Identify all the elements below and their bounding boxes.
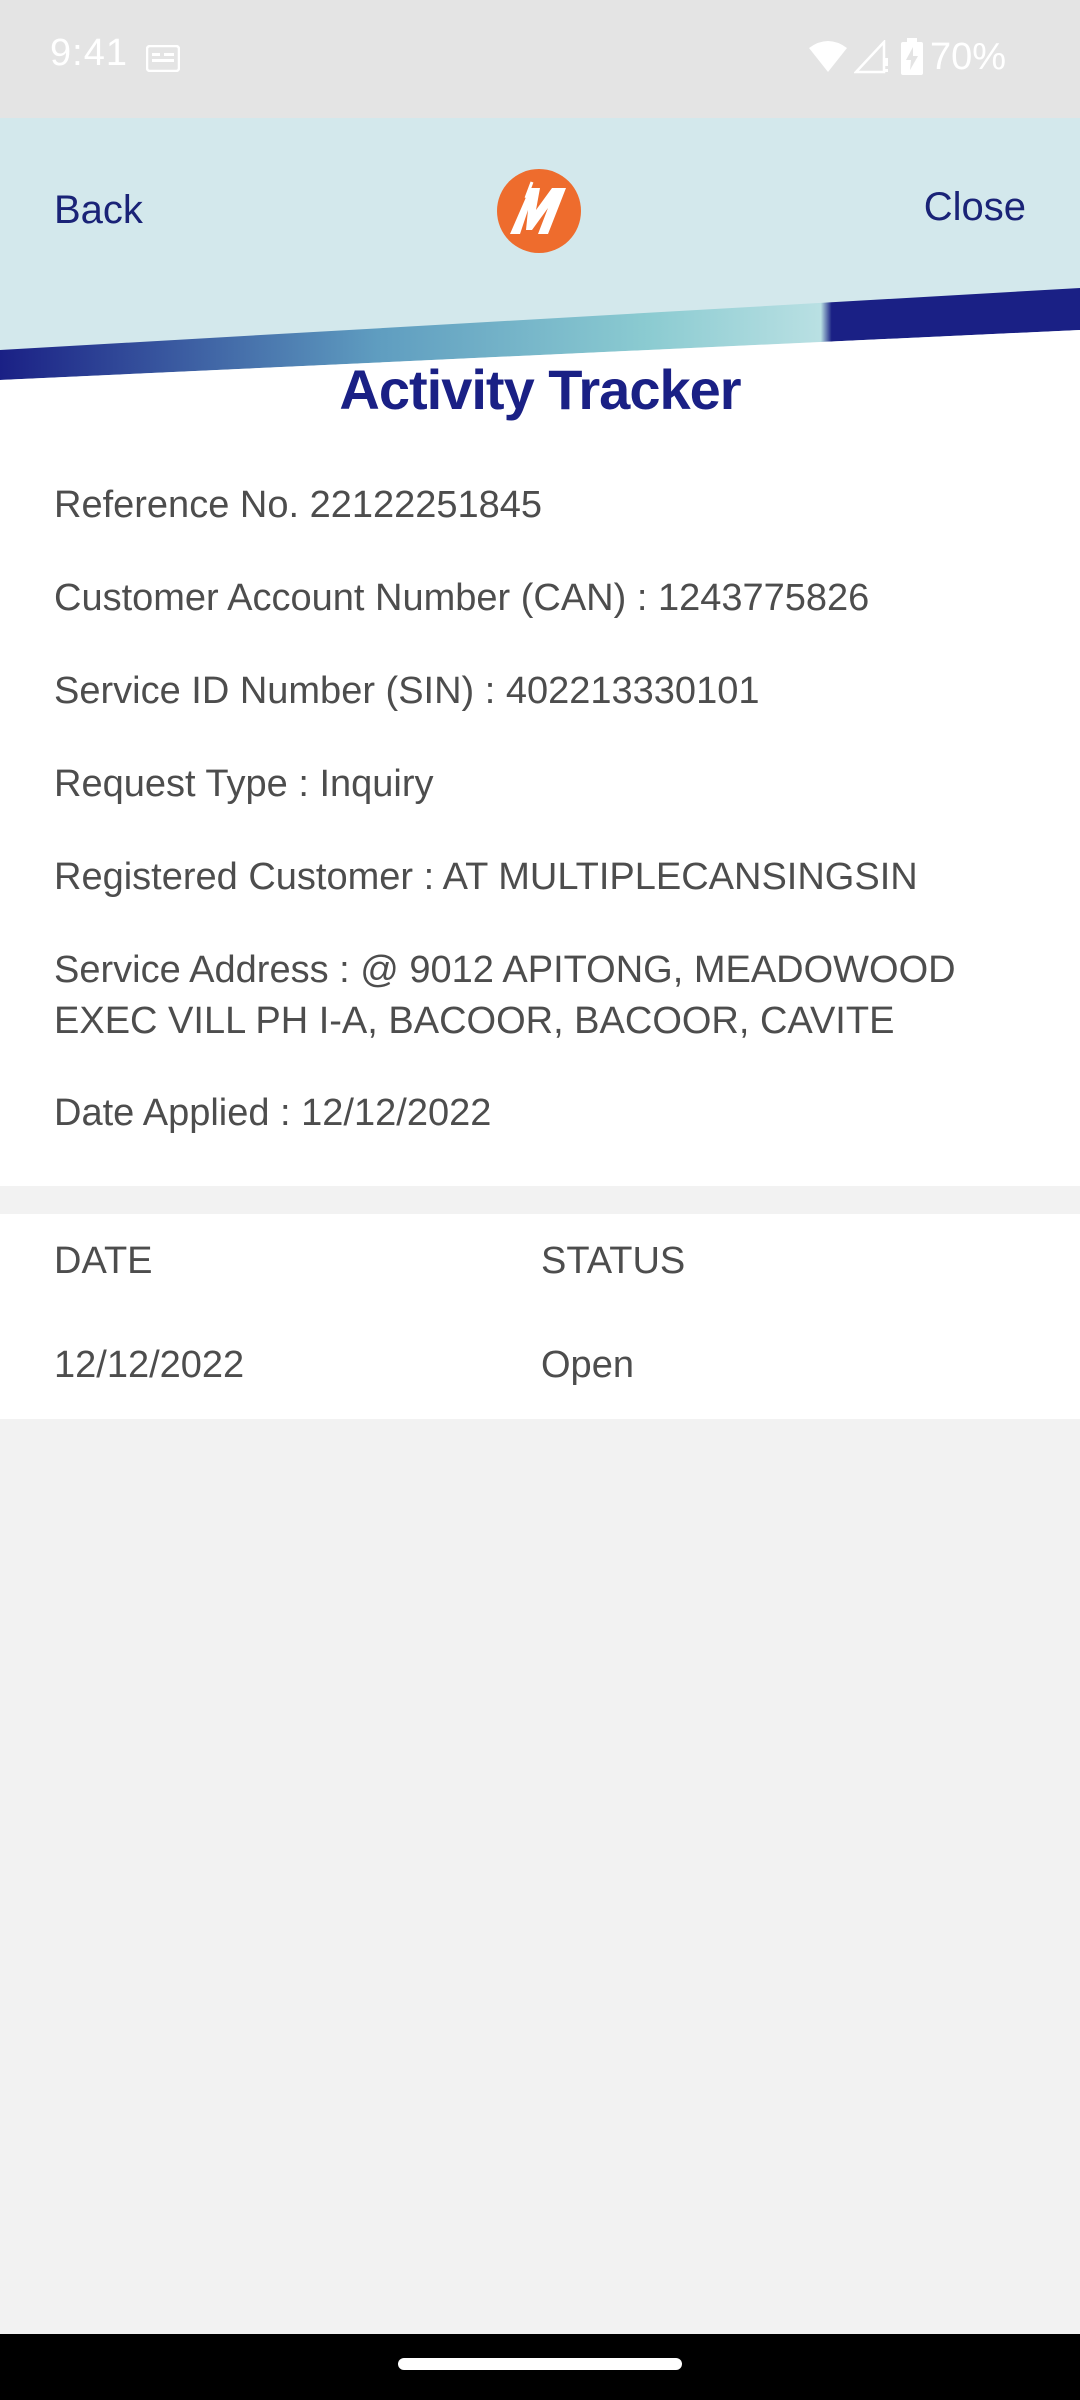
back-button[interactable]: Back <box>54 188 143 233</box>
status-bar: 9:41 70% <box>0 0 1080 119</box>
page-title: Activity Tracker <box>339 358 741 421</box>
battery-charging-icon <box>900 38 923 75</box>
header-banner: Back Close <box>0 118 1080 380</box>
wifi-icon <box>808 41 847 72</box>
signal-icon <box>853 40 888 74</box>
system-navigation-bar <box>0 2334 1080 2400</box>
date-applied: Date Applied : 12/12/2022 <box>54 1092 492 1134</box>
service-address-line1: Service Address : @ 9012 APITONG, MEADOW… <box>54 949 956 991</box>
column-header-date: DATE <box>54 1240 153 1282</box>
request-type: Request Type : Inquiry <box>54 763 434 805</box>
column-header-status: STATUS <box>541 1240 686 1282</box>
battery-percent: 70% <box>929 35 1006 78</box>
service-address-line2: EXEC VILL PH I-A, BACOOR, BACOOR, CAVITE <box>54 1000 895 1042</box>
status-time: 9:41 <box>50 32 128 74</box>
status-indicators: 70% <box>808 32 1006 82</box>
row-status: Open <box>541 1344 634 1386</box>
row-date: 12/12/2022 <box>54 1344 245 1386</box>
customer-account-number: Customer Account Number (CAN) : 12437758… <box>54 577 870 619</box>
meralco-logo-icon <box>497 169 581 253</box>
close-button[interactable]: Close <box>924 185 1026 230</box>
reference-number: Reference No. 22122251845 <box>54 484 543 526</box>
home-indicator[interactable] <box>398 2358 682 2370</box>
notification-card-icon <box>146 45 180 72</box>
activity-status-table: DATE STATUS 12/12/2022 Open <box>0 1214 1080 1419</box>
service-id-number: Service ID Number (SIN) : 402213330101 <box>54 670 760 712</box>
registered-customer: Registered Customer : AT MULTIPLECANSING… <box>54 856 918 898</box>
activity-details-card: Activity Tracker Reference No. 221222518… <box>0 362 1080 1186</box>
